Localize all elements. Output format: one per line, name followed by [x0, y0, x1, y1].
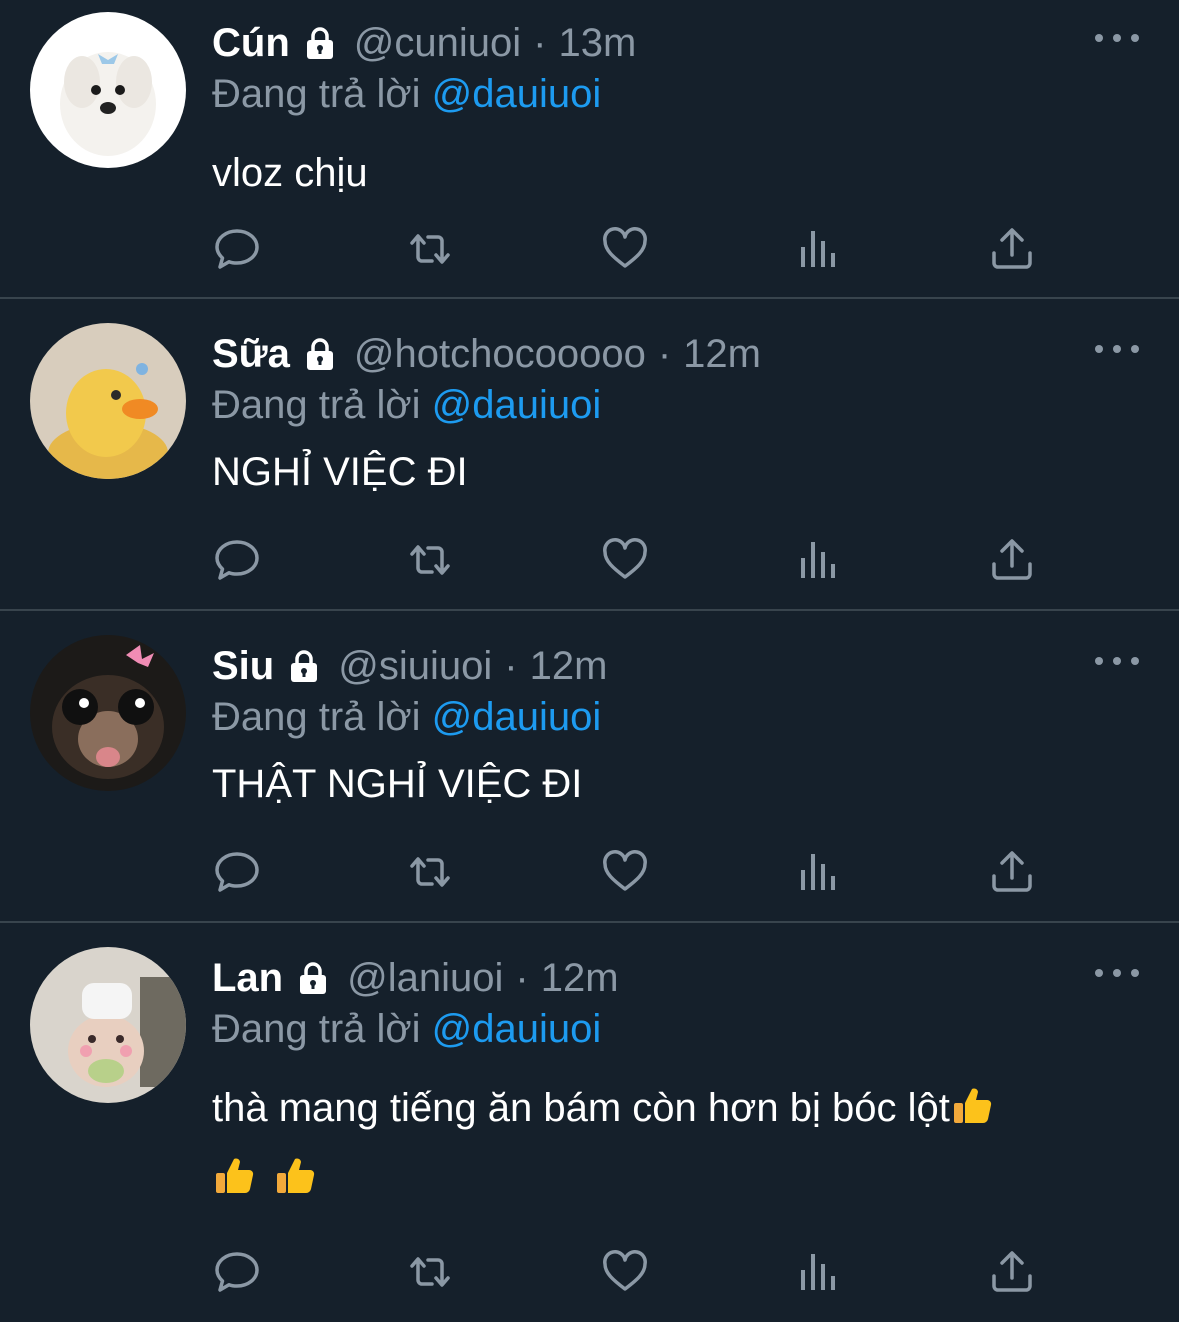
handle[interactable]: @cuniuoi: [354, 21, 521, 66]
lock-icon: [284, 646, 324, 686]
share-icon[interactable]: [987, 535, 1037, 585]
heart-icon[interactable]: [600, 847, 650, 897]
thumbs-up-emoji: [273, 1153, 317, 1197]
more-icon[interactable]: [1095, 24, 1139, 52]
lock-icon: [293, 958, 333, 998]
reply-context: Đang trả lời @dauiuoi: [212, 70, 601, 118]
tweet[interactable]: Cún @cuniuoi · 13m Đang trả lời @dauiuoi…: [0, 0, 1179, 299]
reply-icon[interactable]: [212, 535, 262, 585]
tweet-text: THẬT NGHỈ VIỆC ĐI: [212, 762, 583, 806]
reply-context: Đang trả lời @dauiuoi: [212, 693, 601, 741]
retweet-icon[interactable]: [405, 224, 455, 274]
tweet-header: Sữa @hotchocooooo · 12m: [212, 329, 761, 379]
handle[interactable]: @laniuoi: [347, 956, 503, 1001]
reply-mention[interactable]: @dauiuoi: [432, 695, 602, 739]
tweet-text-content: thà mang tiếng ăn bám còn hơn bị bóc lột: [212, 1086, 950, 1130]
reply-mention[interactable]: @dauiuoi: [432, 383, 602, 427]
separator-dot: ·: [504, 643, 518, 688]
tweet-header: Siu @siuiuoi · 12m: [212, 641, 607, 691]
thumbs-up-emoji: [950, 1083, 994, 1127]
avatar[interactable]: [30, 323, 186, 479]
thumbs-up-emoji: [212, 1153, 256, 1197]
reply-icon[interactable]: [212, 1247, 262, 1297]
lock-icon: [300, 334, 340, 374]
display-name[interactable]: Siu: [212, 644, 274, 689]
reply-prefix: Đang trả lời: [212, 72, 421, 116]
tweet-text: thà mang tiếng ăn bám còn hơn bị bóc lột: [212, 1073, 1112, 1213]
views-icon[interactable]: [794, 535, 844, 585]
retweet-icon[interactable]: [405, 1247, 455, 1297]
reply-icon[interactable]: [212, 847, 262, 897]
display-name[interactable]: Cún: [212, 21, 290, 66]
tweet-text: NGHỈ VIỆC ĐI: [212, 450, 468, 494]
tweet[interactable]: Siu @siuiuoi · 12m Đang trả lời @dauiuoi…: [0, 611, 1179, 923]
lock-icon: [300, 23, 340, 63]
views-icon[interactable]: [794, 847, 844, 897]
more-icon[interactable]: [1095, 647, 1139, 675]
separator-dot: ·: [533, 20, 547, 65]
reply-mention[interactable]: @dauiuoi: [432, 1007, 602, 1051]
share-icon[interactable]: [987, 847, 1037, 897]
more-icon[interactable]: [1095, 335, 1139, 363]
reply-prefix: Đang trả lời: [212, 1007, 421, 1051]
display-name[interactable]: Lan: [212, 956, 283, 1001]
separator-dot: ·: [515, 955, 529, 1000]
tweet[interactable]: Sữa @hotchocooooo · 12m Đang trả lời @da…: [0, 299, 1179, 611]
separator-dot: ·: [657, 331, 672, 376]
reply-feed: Cún @cuniuoi · 13m Đang trả lời @dauiuoi…: [0, 0, 1179, 1322]
heart-icon[interactable]: [600, 224, 650, 274]
avatar[interactable]: [30, 12, 186, 168]
retweet-icon[interactable]: [405, 847, 455, 897]
handle[interactable]: @hotchocooooo: [354, 332, 646, 377]
reply-mention[interactable]: @dauiuoi: [432, 72, 602, 116]
action-bar: [212, 847, 1042, 897]
reply-context: Đang trả lời @dauiuoi: [212, 1005, 601, 1053]
action-bar: [212, 224, 1042, 274]
timestamp[interactable]: 13m: [558, 21, 636, 66]
more-icon[interactable]: [1095, 959, 1139, 987]
retweet-icon[interactable]: [405, 535, 455, 585]
tweet-text: vloz chịu: [212, 151, 368, 195]
timestamp[interactable]: 12m: [541, 956, 619, 1001]
reply-prefix: Đang trả lời: [212, 383, 421, 427]
heart-icon[interactable]: [600, 1247, 650, 1297]
display-name[interactable]: Sữa: [212, 332, 290, 377]
share-icon[interactable]: [987, 1247, 1037, 1297]
avatar[interactable]: [30, 635, 186, 791]
tweet-header: Cún @cuniuoi · 13m: [212, 18, 636, 68]
tweet-header: Lan @laniuoi · 12m: [212, 953, 619, 1003]
handle[interactable]: @siuiuoi: [338, 644, 492, 689]
reply-prefix: Đang trả lời: [212, 695, 421, 739]
action-bar: [212, 535, 1042, 585]
timestamp[interactable]: 12m: [683, 332, 761, 377]
avatar[interactable]: [30, 947, 186, 1103]
views-icon[interactable]: [794, 1247, 844, 1297]
reply-context: Đang trả lời @dauiuoi: [212, 381, 601, 429]
timestamp[interactable]: 12m: [530, 644, 608, 689]
tweet[interactable]: Lan @laniuoi · 12m Đang trả lời @dauiuoi…: [0, 923, 1179, 1322]
share-icon[interactable]: [987, 224, 1037, 274]
action-bar: [212, 1247, 1042, 1297]
views-icon[interactable]: [794, 224, 844, 274]
reply-icon[interactable]: [212, 224, 262, 274]
heart-icon[interactable]: [600, 535, 650, 585]
